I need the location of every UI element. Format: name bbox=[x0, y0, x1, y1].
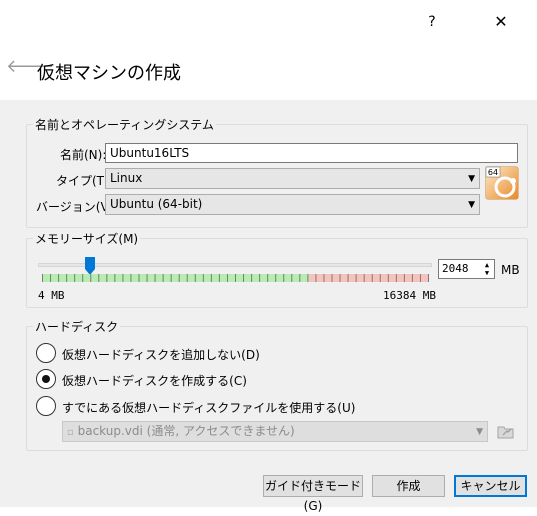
existing-disk-value: backup.vdi (通常, アクセスできません) bbox=[77, 424, 295, 438]
version-select-value: Ubuntu (64-bit) bbox=[110, 197, 203, 211]
memory-legend: メモリーサイズ(M) bbox=[35, 232, 139, 246]
name-label: 名前(N): bbox=[60, 148, 107, 162]
memory-spinbox-value: 2048 bbox=[442, 262, 469, 275]
title-bar: ? ✕ bbox=[0, 0, 537, 46]
spin-down-icon[interactable]: ▼ bbox=[481, 269, 493, 277]
radio-create-disk[interactable] bbox=[36, 369, 56, 389]
chevron-down-icon: ▼ bbox=[468, 200, 475, 210]
cancel-button[interactable]: キャンセル bbox=[454, 475, 527, 497]
existing-disk-select[interactable]: ▫ backup.vdi (通常, アクセスできません) ▼ bbox=[62, 421, 488, 442]
help-button[interactable]: ? bbox=[420, 10, 444, 34]
radio-create-disk-label[interactable]: 仮想ハードディスクを作成する(C) bbox=[62, 372, 247, 389]
radio-existing-disk-label[interactable]: すでにある仮想ハードディスクファイルを使用する(U) bbox=[62, 399, 355, 416]
slider-ticks bbox=[42, 274, 429, 282]
harddisk-legend: ハードディスク bbox=[35, 320, 119, 334]
browse-folder-icon[interactable] bbox=[497, 423, 515, 440]
type-select[interactable]: Linux ▼ bbox=[105, 168, 480, 189]
memory-spinbox[interactable]: 2048 ▲ ▼ bbox=[438, 259, 495, 279]
type-select-value: Linux bbox=[110, 171, 143, 185]
memory-unit-label: MB bbox=[501, 263, 520, 277]
spin-up-icon[interactable]: ▲ bbox=[481, 261, 493, 269]
memory-slider-handle[interactable] bbox=[85, 257, 96, 275]
radio-existing-disk[interactable] bbox=[36, 396, 56, 416]
page-title: 仮想マシンの作成 bbox=[37, 63, 181, 84]
os-badge-text: 64 bbox=[488, 168, 498, 177]
ubuntu-os-icon: 64 bbox=[485, 166, 519, 200]
memory-min-label: 4 MB bbox=[38, 289, 65, 302]
disk-file-icon: ▫ bbox=[67, 427, 74, 438]
name-field[interactable]: Ubuntu16LTS bbox=[105, 143, 518, 163]
radio-no-disk-label[interactable]: 仮想ハードディスクを追加しない(D) bbox=[62, 346, 260, 363]
guided-mode-button[interactable]: ガイド付きモード(G) bbox=[263, 475, 363, 513]
memory-slider-track[interactable] bbox=[38, 263, 432, 267]
version-select[interactable]: Ubuntu (64-bit) ▼ bbox=[105, 194, 480, 215]
memory-max-label: 16384 MB bbox=[383, 289, 436, 302]
chevron-down-icon: ▼ bbox=[468, 174, 475, 184]
chevron-down-icon: ▼ bbox=[476, 427, 483, 437]
create-button[interactable]: 作成 bbox=[372, 475, 445, 497]
close-button[interactable]: ✕ bbox=[489, 10, 513, 34]
name-os-legend: 名前とオペレーティングシステム bbox=[35, 118, 214, 132]
radio-no-disk[interactable] bbox=[36, 343, 56, 363]
